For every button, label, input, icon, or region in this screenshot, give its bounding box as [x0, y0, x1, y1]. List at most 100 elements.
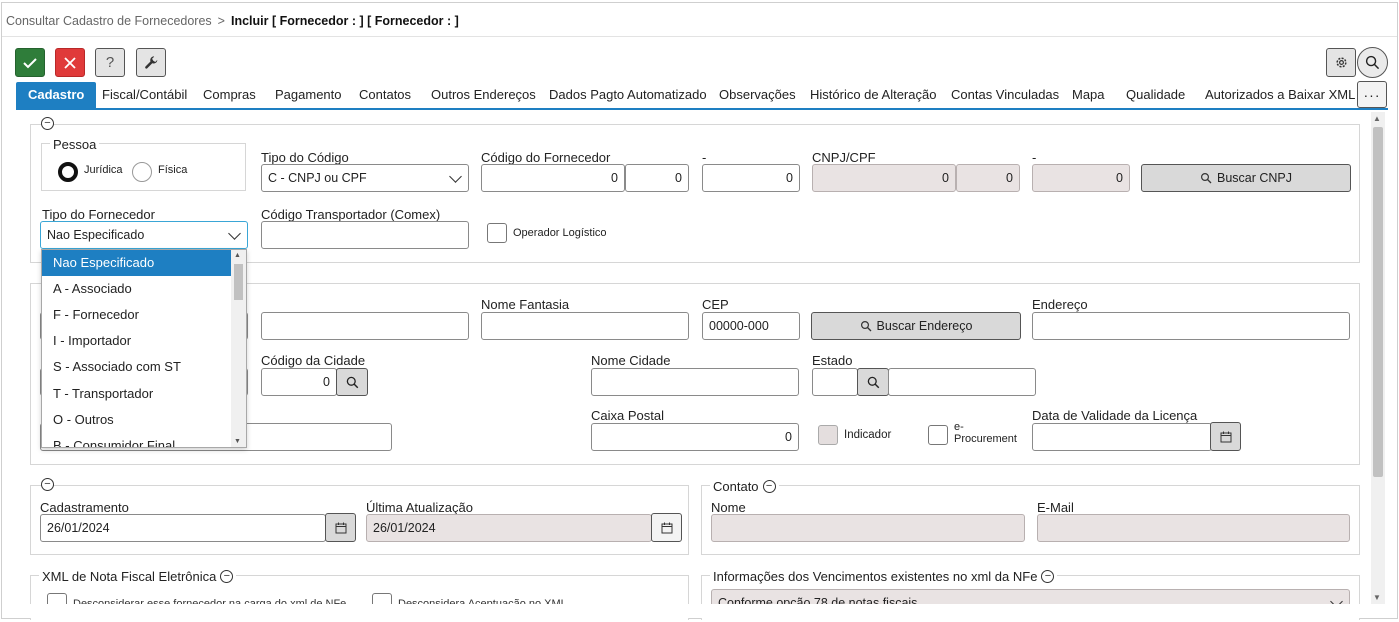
collapse-xml-nfe-icon[interactable]: − [220, 570, 234, 583]
scroll-up-icon[interactable]: ▲ [1373, 114, 1381, 123]
settings-button[interactable] [1326, 48, 1356, 77]
codigo-transportador-input[interactable] [261, 221, 469, 249]
check-icon [23, 57, 37, 68]
tipo-fornecedor-select[interactable]: Nao Especificado [40, 221, 248, 249]
dropdown-scroll-up-icon[interactable]: ▲ [234, 252, 241, 259]
radio-fisica[interactable] [132, 162, 152, 182]
estado-label: Estado [812, 353, 853, 368]
search-icon [346, 376, 358, 388]
radio-juridica[interactable] [58, 162, 78, 182]
buscar-cnpj-button[interactable]: Buscar CNPJ [1141, 164, 1351, 192]
cep-input[interactable]: 00000-000 [702, 312, 800, 340]
tab-contas-vinculadas[interactable]: Contas Vinculadas [951, 82, 1059, 108]
dropdown-option[interactable]: A - Associado [42, 276, 232, 302]
estado-nome-input[interactable] [888, 368, 1036, 396]
tab-dados-pagto[interactable]: Dados Pagto Automatizado [549, 82, 707, 108]
buscar-endereco-button[interactable]: Buscar Endereço [811, 312, 1021, 340]
estado-input[interactable] [812, 368, 858, 396]
buscar-cnpj-label: Buscar CNPJ [1216, 171, 1293, 185]
dropdown-option[interactable]: O - Outros [42, 407, 232, 433]
nome-fantasia-input[interactable] [481, 312, 689, 340]
collapse-identificacao-icon[interactable]: − [41, 117, 54, 130]
tab-historico[interactable]: Histórico de Alteração [810, 82, 936, 108]
breadcrumb-separator: > [217, 14, 225, 28]
bottom-edge [2, 604, 1397, 618]
dropdown-option[interactable]: F - Fornecedor [42, 302, 232, 328]
codigo-cidade-search-button[interactable] [336, 368, 368, 396]
tab-qualidade[interactable]: Qualidade [1126, 82, 1185, 108]
header-divider [2, 36, 1397, 37]
collapse-datas-icon[interactable]: − [41, 478, 54, 491]
contato-email-input [1037, 514, 1350, 542]
vencimentos-legend-wrap: Informações dos Vencimentos existentes n… [710, 569, 1058, 584]
tipo-codigo-select[interactable]: C - CNPJ ou CPF [261, 164, 469, 192]
ultima-atualizacao-calendar-button[interactable] [651, 513, 682, 542]
search-icon [1365, 55, 1380, 70]
page-scrollbar[interactable]: ▲ ▼ [1371, 112, 1385, 604]
operador-logistico-checkbox[interactable] [487, 223, 507, 243]
nome-fantasia-label: Nome Fantasia [481, 297, 570, 312]
indicador-label: Indicador [844, 429, 892, 441]
dash-label-2: - [1032, 150, 1037, 165]
more-tabs-button[interactable]: ··· [1357, 81, 1387, 108]
chevron-down-icon [449, 170, 462, 183]
dropdown-option[interactable]: S - Associado com ST [42, 354, 232, 380]
scroll-down-icon[interactable]: ▼ [1373, 593, 1381, 602]
pessoa-legend: Pessoa [50, 137, 100, 152]
cadastramento-input[interactable]: 26/01/2024 [40, 514, 326, 542]
cadastramento-calendar-button[interactable] [325, 513, 356, 542]
tab-mapa[interactable]: Mapa [1072, 82, 1105, 108]
endereco-input[interactable] [1032, 312, 1350, 340]
dropdown-option[interactable]: T - Transportador [42, 381, 232, 407]
estado-search-button[interactable] [857, 368, 889, 396]
dropdown-scroll-down-icon[interactable]: ▼ [234, 438, 241, 445]
cancel-button[interactable] [55, 48, 85, 77]
razao-social-input[interactable] [261, 312, 469, 340]
codigo-transportador-label: Código Transportador (Comex) [261, 207, 441, 222]
xml-nfe-legend-wrap: XML de Nota Fiscal Eletrônica − [39, 569, 237, 584]
tab-pagamento[interactable]: Pagamento [275, 82, 342, 108]
dropdown-scroll-thumb[interactable] [234, 264, 243, 300]
dropdown-scrollbar[interactable]: ▲ ▼ [231, 250, 246, 447]
data-validade-input[interactable] [1032, 423, 1212, 451]
eprocurement-label-2: Procurement [954, 433, 1017, 445]
indicador-checkbox[interactable] [818, 425, 838, 445]
caixa-postal-input[interactable]: 0 [591, 423, 799, 451]
codigo-fornecedor-input[interactable]: 0 [481, 164, 625, 192]
global-search-button[interactable] [1357, 47, 1388, 78]
tab-cadastro[interactable]: Cadastro [16, 82, 97, 108]
confirm-button[interactable] [15, 48, 45, 77]
tab-contatos[interactable]: Contatos [359, 82, 411, 108]
collapse-contato-icon[interactable]: − [762, 480, 776, 493]
nome-cidade-input[interactable] [591, 368, 799, 396]
tab-observacoes[interactable]: Observações [719, 82, 796, 108]
codigo-fornecedor-digit-input[interactable]: 0 [625, 164, 689, 192]
gear-icon [1335, 57, 1347, 68]
dropdown-option[interactable]: Nao Especificado [42, 250, 232, 276]
radio-juridica-label: Jurídica [84, 164, 123, 176]
tab-fiscal-contabil[interactable]: Fiscal/Contábil [102, 82, 187, 108]
tab-compras[interactable]: Compras [203, 82, 256, 108]
data-validade-calendar-button[interactable] [1210, 422, 1241, 451]
help-icon: ? [105, 54, 115, 71]
help-button[interactable]: ? [95, 48, 125, 77]
codigo-cidade-input[interactable]: 0 [261, 368, 337, 396]
tab-outros-enderecos[interactable]: Outros Endereços [431, 82, 536, 108]
contato-nome-input [711, 514, 1025, 542]
operador-logistico-label: Operador Logístico [513, 227, 607, 239]
breadcrumb-parent-link[interactable]: Consultar Cadastro de Fornecedores [6, 14, 212, 28]
eprocurement-checkbox[interactable] [928, 425, 948, 445]
search-person-icon [1200, 172, 1212, 184]
tab-autorizados-xml[interactable]: Autorizados a Baixar XML [1205, 82, 1355, 108]
dropdown-option[interactable]: B - Consumidor Final [42, 433, 232, 447]
tipo-codigo-label: Tipo do Código [261, 150, 349, 165]
cep-label: CEP [702, 297, 729, 312]
tools-button[interactable] [136, 48, 166, 77]
collapse-vencimentos-icon[interactable]: − [1041, 570, 1055, 583]
scrollbar-thumb[interactable] [1373, 127, 1383, 477]
dropdown-option[interactable]: I - Importador [42, 328, 232, 354]
chevron-down-icon [228, 227, 241, 240]
tipo-codigo-value: C - CNPJ ou CPF [268, 171, 367, 185]
dash-input-1[interactable]: 0 [702, 164, 800, 192]
tipo-fornecedor-dropdown[interactable]: Nao Especificado A - Associado F - Forne… [41, 249, 247, 448]
